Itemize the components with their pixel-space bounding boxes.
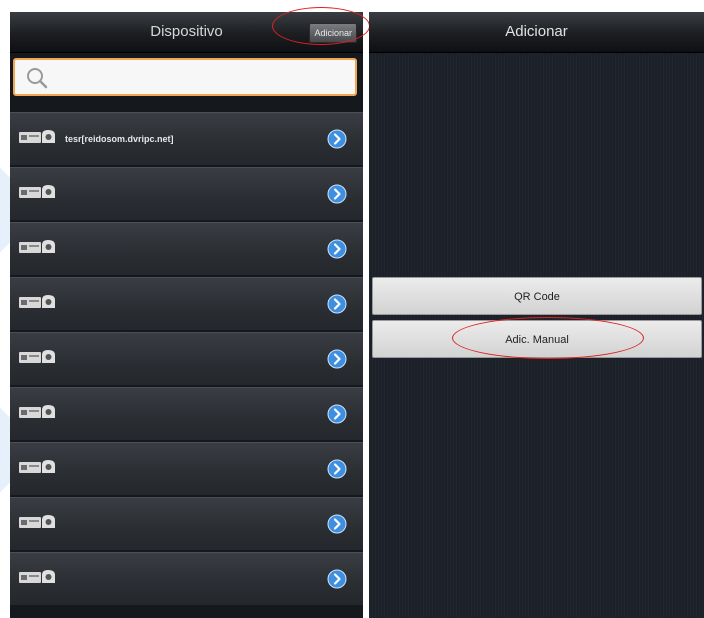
search-icon [25,66,49,95]
top-bar: Adicionar [369,12,704,53]
device-row[interactable] [10,277,363,330]
device-list: tesr[reidosom.dvripc.net] [10,112,363,607]
dvr-device-icon [18,402,58,427]
chevron-right-icon[interactable] [327,404,347,429]
device-row[interactable] [10,167,363,220]
top-bar: Dispositivo Adicionar [10,12,363,53]
chevron-right-icon[interactable] [327,514,347,539]
device-name: tesr[reidosom.dvripc.net] [65,134,174,144]
dvr-device-icon [18,127,58,152]
dvr-device-icon [18,292,58,317]
chevron-right-icon[interactable] [327,184,347,209]
chevron-right-icon[interactable] [327,569,347,594]
device-row[interactable] [10,552,363,605]
dvr-device-icon [18,457,58,482]
dvr-device-icon [18,512,58,537]
search-input[interactable] [13,58,357,96]
dvr-device-icon [18,567,58,592]
add-screen: Adicionar QR Code Adic. Manual [369,12,704,618]
dvr-device-icon [18,347,58,372]
device-row[interactable] [10,332,363,385]
device-row[interactable] [10,222,363,275]
dvr-device-icon [18,237,58,262]
chevron-right-icon[interactable] [327,239,347,264]
chevron-right-icon[interactable] [327,459,347,484]
device-row[interactable]: tesr[reidosom.dvripc.net] [10,112,363,165]
device-row[interactable] [10,387,363,440]
dvr-device-icon [18,182,58,207]
add-button[interactable]: Adicionar [309,23,357,43]
manual-add-button[interactable]: Adic. Manual [372,320,702,358]
device-row[interactable] [10,497,363,550]
chevron-right-icon[interactable] [327,349,347,374]
chevron-right-icon[interactable] [327,294,347,319]
qr-code-button[interactable]: QR Code [372,277,702,315]
device-row[interactable] [10,442,363,495]
device-list-screen: Dispositivo Adicionar tesr[reidosom.dvri… [10,12,363,618]
page-title: Adicionar [505,23,568,40]
chevron-right-icon[interactable] [327,129,347,154]
